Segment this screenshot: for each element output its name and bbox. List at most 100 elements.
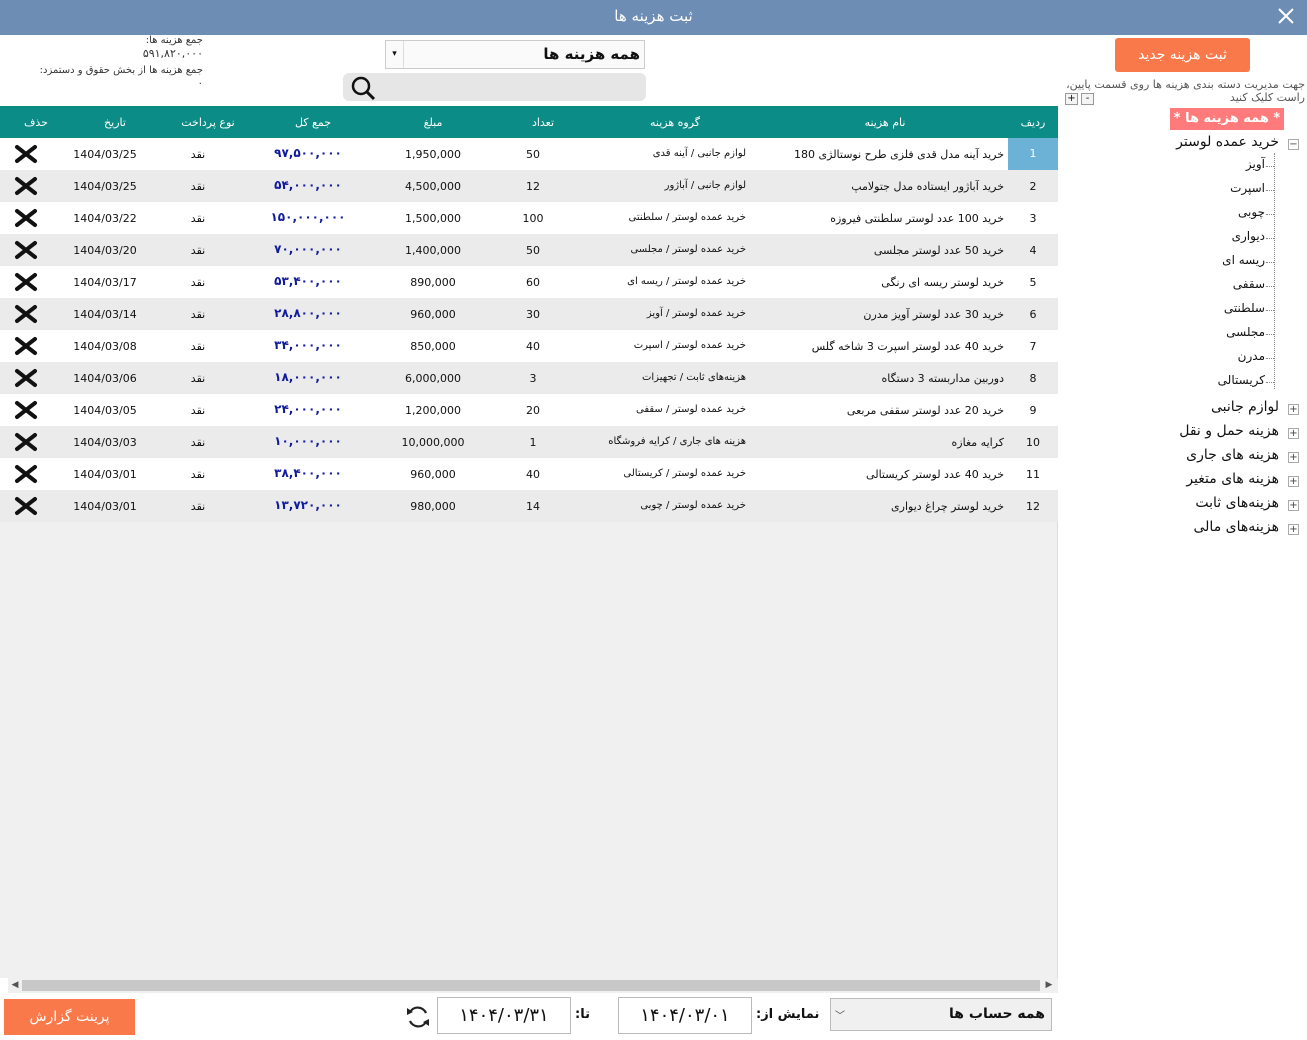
row-price: 1,200,000 (405, 404, 461, 417)
delete-icon[interactable] (14, 464, 38, 484)
table-row[interactable]: 6 خرید 30 عدد لوستر آویز مدرن خرید عمده لو… (0, 298, 1058, 330)
row-payment-type: نقد (190, 212, 206, 225)
tree-child-item[interactable]: کریستالی (1218, 373, 1265, 387)
collapse-all-button[interactable]: - (1081, 93, 1094, 105)
table-row[interactable]: 11 خرید 40 عدد لوستر کریستالی خرید عمده لو… (0, 458, 1058, 490)
expand-icon[interactable]: + (1288, 404, 1299, 415)
header-pay[interactable]: نوع پرداخت (168, 116, 248, 129)
tree-child-item[interactable]: آویز (1246, 157, 1265, 171)
table-row[interactable]: 12 خرید لوستر چراغ دیواری خرید عمده لوستر … (0, 490, 1058, 522)
tree-child-item[interactable]: دیواری (1232, 229, 1265, 243)
tree-connector (1266, 262, 1274, 263)
search-input[interactable] (385, 75, 640, 99)
row-expense-group: خرید عمده لوستر / آویز (646, 308, 746, 319)
expand-icon[interactable]: + (1288, 524, 1299, 535)
refresh-icon[interactable] (404, 1003, 432, 1031)
tree-connector (1266, 358, 1274, 359)
delete-icon[interactable] (14, 240, 38, 260)
delete-icon[interactable] (14, 208, 38, 228)
scroll-right-icon[interactable]: ▶ (1042, 978, 1056, 993)
delete-icon[interactable] (14, 304, 38, 324)
expand-icon[interactable]: + (1288, 452, 1299, 463)
scrollbar-thumb[interactable] (22, 980, 1040, 991)
scroll-left-icon[interactable]: ◀ (8, 978, 22, 993)
delete-icon[interactable] (14, 144, 38, 164)
print-report-button[interactable]: پرینت گزارش (4, 999, 135, 1035)
header-delete[interactable]: حذف (14, 116, 58, 129)
row-quantity: 40 (526, 468, 540, 481)
expand-icon[interactable]: + (1288, 476, 1299, 487)
table-row[interactable]: 5 خرید لوستر ریسه ای رنگی خرید عمده لوستر … (0, 266, 1058, 298)
delete-icon[interactable] (14, 176, 38, 196)
tree-child-item[interactable]: مجلسی (1226, 325, 1265, 339)
category-hint: جهت مدیریت دسته بندی هزینه ها روی قسمت پ… (1066, 78, 1305, 104)
from-date-input[interactable]: ۱۴۰۴/۰۳/۰۱ (618, 997, 752, 1034)
row-quantity: 50 (526, 244, 540, 257)
tree-category-item[interactable]: هزینه‌های ثابت (1195, 495, 1279, 511)
tree-child-item[interactable]: مدرن (1238, 349, 1265, 363)
header-qty[interactable]: تعداد (503, 116, 583, 129)
total-value: ۵۹۱,۸۲۰,۰۰۰ (142, 47, 203, 60)
tree-category-item[interactable]: هزینه های جاری (1186, 447, 1279, 463)
header-total[interactable]: جمع کل (253, 116, 373, 129)
header-date[interactable]: تاریخ (70, 116, 160, 129)
tree-child-item[interactable]: ریسه ای (1222, 253, 1265, 267)
salary-value: ۰ (197, 78, 203, 89)
search-icon[interactable] (349, 75, 377, 101)
delete-icon[interactable] (14, 432, 38, 452)
tree-category-item[interactable]: هزینه حمل و نقل (1179, 423, 1279, 439)
row-expense-name: خرید 40 عدد لوستر کریستالی (866, 468, 1004, 481)
header-name[interactable]: نام هزینه (760, 116, 1010, 129)
table-row[interactable]: 2 خرید آباژور ایستاده مدل جتولامپ لوازم جا… (0, 170, 1058, 202)
row-total: ۲۴,۰۰۰,۰۰۰ (274, 402, 342, 416)
tree-item-all[interactable]: * همه هزینه ها * (1170, 108, 1284, 130)
tree-category-item[interactable]: لوازم جانبی (1211, 399, 1279, 415)
expand-all-button[interactable]: + (1065, 93, 1078, 105)
row-index: 12 (1026, 500, 1040, 513)
horizontal-scrollbar[interactable]: ◀ ▶ (8, 978, 1058, 993)
expand-icon[interactable]: + (1288, 500, 1299, 511)
expand-icon[interactable]: + (1288, 428, 1299, 439)
row-total: ۲۸,۸۰۰,۰۰۰ (274, 306, 342, 320)
row-expense-group: هزینه های جاری / کرایه فروشگاه (608, 436, 746, 447)
row-expense-name: خرید آباژور ایستاده مدل جتولامپ (851, 180, 1004, 193)
row-payment-type: نقد (190, 308, 206, 321)
row-price: 960,000 (410, 468, 456, 481)
tree-child-item[interactable]: سلطنتی (1224, 301, 1265, 315)
collapse-icon[interactable]: − (1288, 139, 1299, 150)
header-price[interactable]: مبلغ (383, 116, 483, 129)
table-row[interactable]: 10 کرایه مغازه هزینه های جاری / کرایه فروش… (0, 426, 1058, 458)
tree-category-item[interactable]: هزینه‌های مالی (1194, 519, 1280, 535)
salary-label: جمع هزینه ها از بخش حقوق و دستمزد: (39, 65, 203, 76)
delete-icon[interactable] (14, 272, 38, 292)
tree-category-item[interactable]: هزینه های متغیر (1186, 471, 1279, 487)
new-expense-button[interactable]: ثبت هزینه جدید (1115, 38, 1250, 72)
row-date: 1404/03/22 (73, 212, 137, 225)
table-row[interactable]: 8 دوربین مداربسته 3 دستگاه هزینه‌های ثابت … (0, 362, 1058, 394)
delete-icon[interactable] (14, 336, 38, 356)
tree-child-item[interactable]: سقفی (1233, 277, 1265, 291)
row-date: 1404/03/25 (73, 180, 137, 193)
account-select[interactable]: همه حساب ها ﹀ (830, 998, 1052, 1031)
tree-child-item[interactable]: چوبی (1238, 205, 1265, 219)
row-index: 9 (1029, 404, 1037, 417)
table-row[interactable]: 3 خرید 100 عدد لوستر سلطنتی فیروزه خرید عم… (0, 202, 1058, 234)
header-group[interactable]: گروه هزینه (570, 116, 780, 129)
row-expense-group: لوازم جانبی / آباژور (664, 180, 746, 191)
delete-icon[interactable] (14, 400, 38, 420)
delete-icon[interactable] (14, 496, 38, 516)
delete-icon[interactable] (14, 368, 38, 388)
table-row[interactable]: 7 خرید 40 عدد لوستر اسپرت 3 شاخه گلس خرید … (0, 330, 1058, 362)
close-icon[interactable] (1275, 5, 1297, 27)
row-index: 6 (1029, 308, 1037, 321)
expense-filter-select[interactable]: همه هزینه ها ▾ (385, 40, 645, 69)
to-date-input[interactable]: ۱۴۰۴/۰۳/۳۱ (437, 997, 571, 1034)
header-idx[interactable]: ردیف (1008, 116, 1058, 129)
table-row[interactable]: 9 خرید 20 عدد لوستر سقفی مربعی خرید عمده ل… (0, 394, 1058, 426)
row-quantity: 3 (529, 372, 537, 385)
row-payment-type: نقد (190, 340, 206, 353)
tree-child-item[interactable]: اسپرت (1230, 181, 1265, 195)
table-row[interactable]: 1 خرید آینه مدل قدی فلزی طرح نوستالژی 180… (0, 138, 1058, 170)
table-row[interactable]: 4 خرید 50 عدد لوستر مجلسی خرید عمده لوستر … (0, 234, 1058, 266)
tree-item-main[interactable]: خرید عمده لوستر (1176, 134, 1279, 150)
